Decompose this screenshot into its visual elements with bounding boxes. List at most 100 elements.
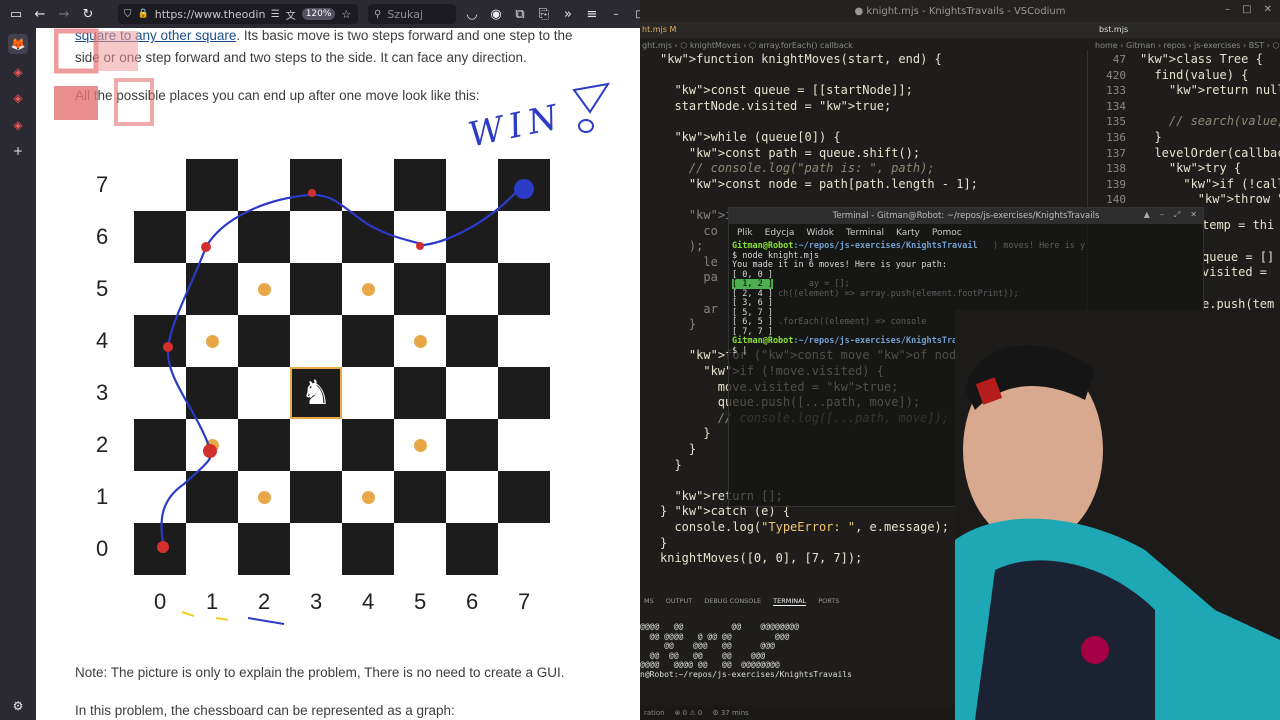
code-line[interactable]: } (660, 536, 667, 550)
overflow-chevron-icon[interactable]: » (556, 2, 580, 26)
terminal-menu-item[interactable]: Karty (896, 228, 920, 238)
code-line[interactable]: temp = thi (1202, 218, 1274, 232)
panel-output-line: @@ @@ @@ @@ @@@ (640, 650, 766, 660)
code-line[interactable]: ar (660, 302, 717, 316)
sidebar-firefox-icon[interactable]: 🦊 (8, 34, 28, 54)
panel-tab[interactable]: PORTS (818, 597, 839, 605)
close-icon[interactable]: ✕ (1190, 210, 1197, 220)
code-line[interactable]: levelOrder(callbac (1140, 146, 1280, 160)
forward-icon[interactable]: → (52, 2, 76, 26)
panel-output-line: n@Robot:~/repos/js-exercises/KnightsTrav… (640, 669, 852, 679)
status-item[interactable]: ⊗ 0 ⚠ 0 (675, 709, 703, 717)
bookmark-star-icon[interactable]: ☆ (341, 8, 351, 21)
screenshot-icon[interactable]: ⎘ (532, 2, 556, 26)
row-label: 2 (96, 432, 109, 457)
path-mark (157, 541, 169, 553)
code-line[interactable]: visited = (1202, 265, 1267, 279)
line-number: 136 (1106, 131, 1126, 144)
sidebar-extension-icon[interactable]: ◈ (8, 115, 28, 135)
code-line[interactable]: "kw">try { (1140, 161, 1241, 175)
sidebar-settings-icon[interactable]: ⚙ (8, 696, 28, 716)
code-line[interactable]: "kw">while (queue[0]) { (660, 130, 840, 144)
code-line[interactable]: } (1140, 130, 1161, 144)
search-box[interactable]: ⚲ Szukaj (368, 4, 456, 24)
code-line[interactable]: "kw">if (!callback) (1140, 177, 1280, 191)
code-line[interactable]: } (660, 442, 696, 456)
terminal-menu-item[interactable]: Terminal (846, 228, 884, 238)
terminal-menu-item[interactable]: Widok (806, 228, 834, 238)
terminal-shade-icon[interactable]: ▲ (1144, 210, 1150, 220)
reader-icon[interactable]: ☰ (271, 9, 280, 20)
editor-tabs-left: ht.mjs M (640, 22, 1087, 38)
code-line[interactable]: // search(value, (1140, 114, 1280, 128)
col-label: 5 (414, 589, 427, 614)
sidebar-extension-icon[interactable]: ◈ (8, 88, 28, 108)
code-line[interactable]: "kw">class Tree { (1140, 52, 1263, 66)
url-text[interactable]: https://www.theodinp (155, 8, 265, 21)
row-label: 0 (96, 536, 109, 561)
panel-terminal-output[interactable]: @@@@ @@ @@ @@@@@@@@ @@ @@@@ @ @@ @@ @@@ … (640, 622, 955, 702)
status-item[interactable]: ⚙ 37 mins (712, 709, 748, 717)
lock-icon: 🔒 (137, 9, 149, 19)
intro-text: . Its basic move is two steps forward an… (236, 28, 573, 43)
code-line[interactable]: startNode.visited = "kw">true; (660, 99, 891, 113)
sidebar-extension-icon[interactable]: ◈ (8, 62, 28, 82)
url-bar[interactable]: ⛉ 🔒 https://www.theodinp ☰ 文 120% ☆ (118, 4, 358, 24)
terminal-menu-item[interactable]: Edycja (765, 228, 795, 238)
code-line[interactable]: e.push(tem (1202, 297, 1274, 311)
code-line[interactable]: "kw">function knightMoves(start, end) { (660, 52, 942, 66)
menu-icon[interactable]: ≡ (580, 2, 604, 26)
panel-tab[interactable]: OUTPUT (666, 597, 693, 605)
code-line[interactable]: // console.log("path is: ", path); (660, 161, 935, 175)
extensions-icon[interactable]: ⧉ (508, 2, 532, 26)
panel-output-line: @@ @@@@ @ @@ @@ @@@ (640, 631, 790, 641)
code-line[interactable]: le (660, 255, 717, 269)
code-line[interactable]: "kw">throw "kw">new Ty (1140, 192, 1280, 206)
tab-knight[interactable]: ht.mjs M (642, 25, 676, 34)
code-line[interactable]: } (660, 317, 696, 331)
code-line[interactable]: knightMoves([0, 0], [7, 7]); (660, 551, 862, 565)
pocket-icon[interactable]: ◡ (460, 2, 484, 26)
row-label: 6 (96, 224, 109, 249)
back-icon[interactable]: ← (28, 2, 52, 26)
panel-tab[interactable]: MS (644, 597, 654, 605)
maximize-icon[interactable]: □ (628, 2, 640, 26)
tab-bst[interactable]: bst.mjs (1099, 25, 1128, 34)
zoom-badge[interactable]: 120% (301, 8, 336, 20)
code-line[interactable]: } (660, 458, 681, 472)
close-icon[interactable]: ✕ (1264, 4, 1272, 15)
panel-tab[interactable]: TERMINAL (773, 597, 807, 606)
translate-icon[interactable]: 文 (286, 7, 296, 22)
code-line[interactable]: ); (660, 239, 703, 253)
maximize-icon[interactable]: ⤢ (1174, 210, 1180, 220)
note-paragraph: Note: The picture is only to explain the… (75, 665, 565, 680)
minimize-icon[interactable]: – (1160, 210, 1164, 220)
code-line[interactable]: "kw">return null; (1140, 83, 1280, 97)
search-icon: ⚲ (374, 8, 382, 20)
code-line[interactable]: "kw">const queue = [[startNode]]; (660, 83, 912, 97)
col-label: 4 (362, 589, 375, 614)
code-line[interactable]: console.log("TypeError: ", e.message); (660, 520, 949, 534)
page-content: square to any other square. Its basic mo… (36, 28, 640, 720)
terminal-menu-item[interactable]: Plik (737, 228, 753, 238)
code-line[interactable]: pa (660, 270, 717, 284)
code-line[interactable]: "kw">const path = queue.shift(); (660, 146, 920, 160)
maximize-icon[interactable]: □ (1242, 4, 1251, 15)
sidebar-toggle-icon[interactable]: ▭ (4, 2, 28, 26)
minimize-icon[interactable]: – (1225, 4, 1230, 15)
status-item[interactable]: ration (644, 709, 665, 717)
terminal-path-line: [ 3, 6 ] (732, 298, 779, 308)
panel-tab[interactable]: DEBUG CONSOLE (704, 597, 761, 605)
account-icon[interactable]: ◉ (484, 2, 508, 26)
code-line[interactable]: find(value) { (1140, 68, 1248, 82)
terminal-menu-item[interactable]: Pomoc (932, 228, 962, 238)
reload-icon[interactable]: ↻ (76, 2, 100, 26)
code-line[interactable]: co (660, 224, 717, 238)
path-mark (416, 242, 424, 250)
code-line[interactable]: queue = [] (1202, 250, 1274, 264)
code-line[interactable]: "kw">const node = path[path.length - 1]; (660, 177, 978, 191)
minimize-icon[interactable]: – (604, 2, 628, 26)
code-line[interactable]: } (660, 426, 710, 440)
sidebar-add-icon[interactable]: + (8, 141, 28, 161)
terminal-path-line: [ 2, 4 ] ch((element) => array.push(elem… (732, 288, 1019, 299)
